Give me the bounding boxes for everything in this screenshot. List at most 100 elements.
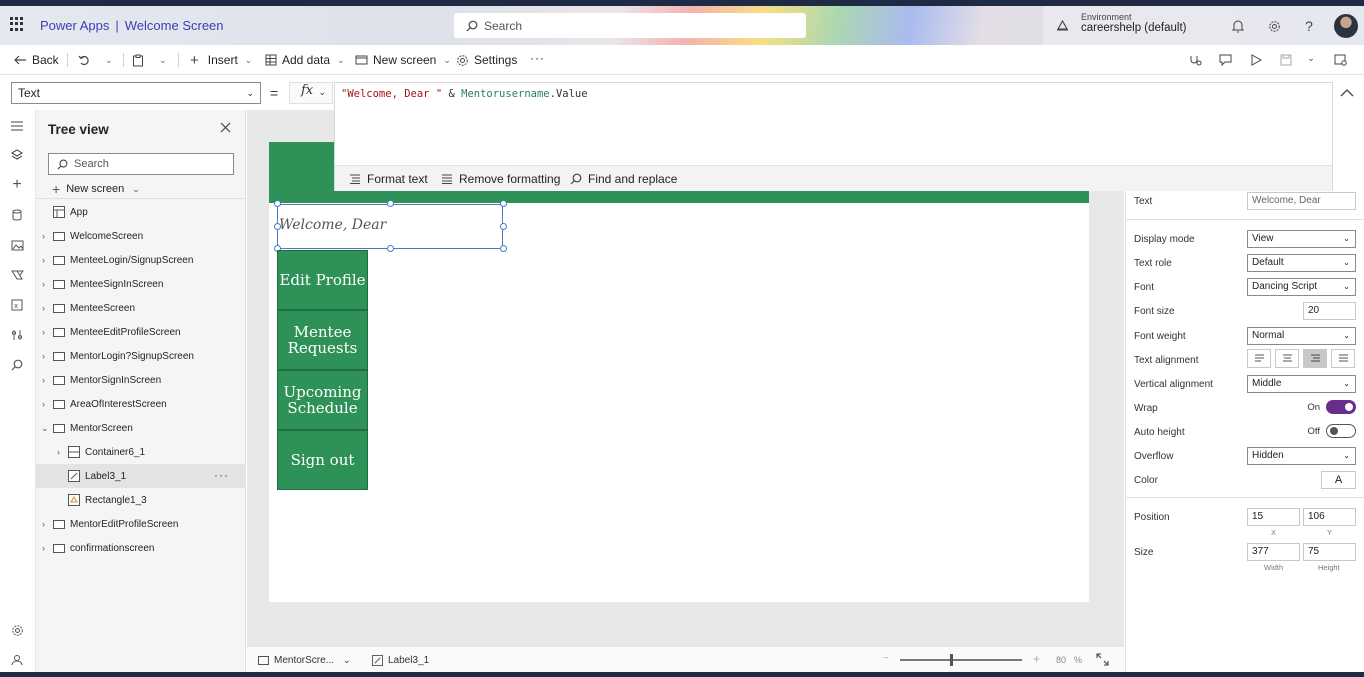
position-y-input[interactable]: 106	[1303, 508, 1356, 526]
tree-item-label3-1[interactable]: Label3_1 ···	[36, 464, 246, 488]
insert-plus-icon[interactable]: +	[10, 176, 24, 193]
property-selector[interactable]: Text ⌄	[11, 82, 261, 104]
formula-editor[interactable]: "Welcome, Dear " & Mentorusername.Value …	[334, 82, 1333, 191]
tree-item-menteeloginsignupscreen[interactable]: › MenteeLogin/SignupScreen	[36, 248, 246, 272]
welcome-label[interactable]: Welcome, Dear	[279, 217, 386, 233]
global-search[interactable]: Search	[454, 13, 806, 38]
play-preview-icon[interactable]	[1248, 52, 1264, 68]
variables-icon[interactable]: x	[10, 298, 24, 312]
text-role-select[interactable]: Default ⌄	[1247, 254, 1356, 272]
zoom-slider-thumb[interactable]	[950, 654, 953, 666]
chevron-right-icon[interactable]: ›	[42, 255, 50, 265]
tree-item-mentorscreen[interactable]: ⌄ MentorScreen	[36, 416, 246, 440]
control-breadcrumb[interactable]: Label3_1	[372, 655, 429, 666]
undo-button[interactable]: ⌄	[78, 52, 113, 68]
chevron-right-icon[interactable]: ›	[42, 399, 50, 409]
align-center-icon[interactable]	[1275, 349, 1299, 368]
screen-breadcrumb[interactable]: MentorScre... ⌄	[258, 655, 351, 666]
auto-height-toggle[interactable]	[1326, 424, 1356, 438]
color-picker-button[interactable]: A	[1321, 471, 1356, 489]
tree-item-confirmationscreen[interactable]: › confirmationscreen	[36, 536, 246, 560]
mentee-requests-button[interactable]: Mentee Requests	[277, 310, 368, 370]
tree-item-rectangle1-3[interactable]: Rectangle1_3	[36, 488, 246, 512]
align-left-icon[interactable]	[1247, 349, 1271, 368]
notifications-icon[interactable]	[1230, 18, 1246, 34]
tree-item-areaofinterestscreen[interactable]: › AreaOfInterestScreen	[36, 392, 246, 416]
formula-text[interactable]: "Welcome, Dear " & Mentorusername.Value	[341, 88, 588, 100]
font-weight-select[interactable]: Normal ⌄	[1247, 327, 1356, 345]
app-checker-icon[interactable]	[1187, 52, 1203, 68]
data-icon[interactable]	[10, 208, 24, 222]
more-commands-button[interactable]: ···	[530, 50, 545, 66]
vertical-alignment-select[interactable]: Middle ⌄	[1247, 375, 1356, 393]
zoom-slider[interactable]	[900, 659, 1022, 661]
chevron-right-icon[interactable]: ›	[42, 327, 50, 337]
function-button[interactable]: fx ⌄	[289, 82, 333, 104]
resize-handle[interactable]	[387, 200, 394, 207]
fit-to-window-icon[interactable]	[1096, 653, 1109, 666]
resize-handle[interactable]	[274, 223, 281, 230]
app-launcher-icon[interactable]	[10, 17, 24, 31]
new-screen-button[interactable]: New screen ⌄	[355, 52, 451, 68]
font-size-input[interactable]: 20	[1303, 302, 1356, 320]
tree-view-layers-icon[interactable]	[10, 148, 24, 162]
edit-profile-button[interactable]: Edit Profile	[277, 250, 368, 310]
resize-handle[interactable]	[500, 223, 507, 230]
close-icon[interactable]	[220, 122, 231, 136]
upcoming-schedule-button[interactable]: Upcoming Schedule	[277, 370, 368, 430]
settings-gear-icon[interactable]	[1266, 18, 1282, 34]
hamburger-menu-icon[interactable]	[10, 119, 24, 133]
settings-button[interactable]: Settings	[456, 52, 517, 68]
save-dropdown-chevron-icon[interactable]: ⌄	[1303, 50, 1319, 66]
chevron-right-icon[interactable]: ›	[42, 303, 50, 313]
virtual-agent-icon[interactable]	[10, 653, 24, 667]
find-replace-button[interactable]: Find and replace	[570, 172, 677, 186]
tree-item-mentorsigninscreen[interactable]: › MentorSignInScreen	[36, 368, 246, 392]
tree-new-screen-button[interactable]: + New screen ⌄	[52, 181, 140, 197]
undo-dropdown-chevron-icon[interactable]: ⌄	[105, 55, 113, 66]
tree-item-mentorloginsignupscreen[interactable]: › MentorLogin?SignupScreen	[36, 344, 246, 368]
user-avatar[interactable]	[1334, 14, 1358, 38]
publish-icon[interactable]	[1332, 52, 1348, 68]
position-x-input[interactable]: 15	[1247, 508, 1300, 526]
media-icon[interactable]	[10, 238, 24, 252]
search-icon[interactable]	[10, 358, 24, 372]
insert-button[interactable]: + Insert ⌄	[190, 52, 252, 69]
chevron-right-icon[interactable]: ›	[42, 519, 50, 529]
font-select[interactable]: Dancing Script ⌄	[1247, 278, 1356, 296]
comments-icon[interactable]	[1217, 52, 1233, 68]
advanced-tools-icon[interactable]	[10, 328, 24, 342]
tree-item-menteesigninscreen[interactable]: › MenteeSignInScreen	[36, 272, 246, 296]
zoom-out-button[interactable]: −	[883, 653, 889, 664]
format-text-button[interactable]: Format text	[349, 172, 428, 186]
back-button[interactable]: Back	[14, 52, 59, 68]
tree-item-menteeeditprofilescreen[interactable]: › MenteeEditProfileScreen	[36, 320, 246, 344]
app-name[interactable]: Power Apps	[40, 18, 109, 33]
align-right-icon[interactable]	[1303, 349, 1327, 368]
chevron-right-icon[interactable]: ›	[57, 447, 65, 457]
chevron-right-icon[interactable]: ›	[42, 543, 50, 553]
width-input[interactable]: 377	[1247, 543, 1300, 561]
align-justify-icon[interactable]	[1331, 349, 1355, 368]
wrap-toggle[interactable]	[1326, 400, 1356, 414]
zoom-in-button[interactable]: +	[1033, 652, 1040, 666]
tree-item-app[interactable]: App	[36, 200, 246, 224]
text-property-input[interactable]: Welcome, Dear	[1247, 192, 1356, 210]
chevron-right-icon[interactable]: ›	[42, 351, 50, 361]
remove-formatting-button[interactable]: Remove formatting	[441, 172, 560, 186]
tree-search-input[interactable]: Search	[48, 153, 234, 175]
chevron-right-icon[interactable]: ›	[42, 375, 50, 385]
sign-out-button[interactable]: Sign out	[277, 430, 368, 490]
chevron-right-icon[interactable]: ›	[42, 231, 50, 241]
chevron-right-icon[interactable]: ›	[42, 279, 50, 289]
collapse-formula-chevron-up-icon[interactable]	[1340, 86, 1354, 100]
tree-item-welcomescreen[interactable]: › WelcomeScreen	[36, 224, 246, 248]
paste-dropdown-chevron-icon[interactable]: ⌄	[159, 55, 167, 66]
power-automate-icon[interactable]	[10, 268, 24, 282]
tree-item-container6-1[interactable]: › Container6_1	[36, 440, 246, 464]
resize-handle[interactable]	[387, 245, 394, 252]
add-data-button[interactable]: Add data ⌄	[265, 52, 345, 68]
save-icon[interactable]	[1278, 52, 1294, 68]
tree-item-menteescreen[interactable]: › MenteeScreen	[36, 296, 246, 320]
settings-gear-icon[interactable]	[10, 623, 24, 637]
